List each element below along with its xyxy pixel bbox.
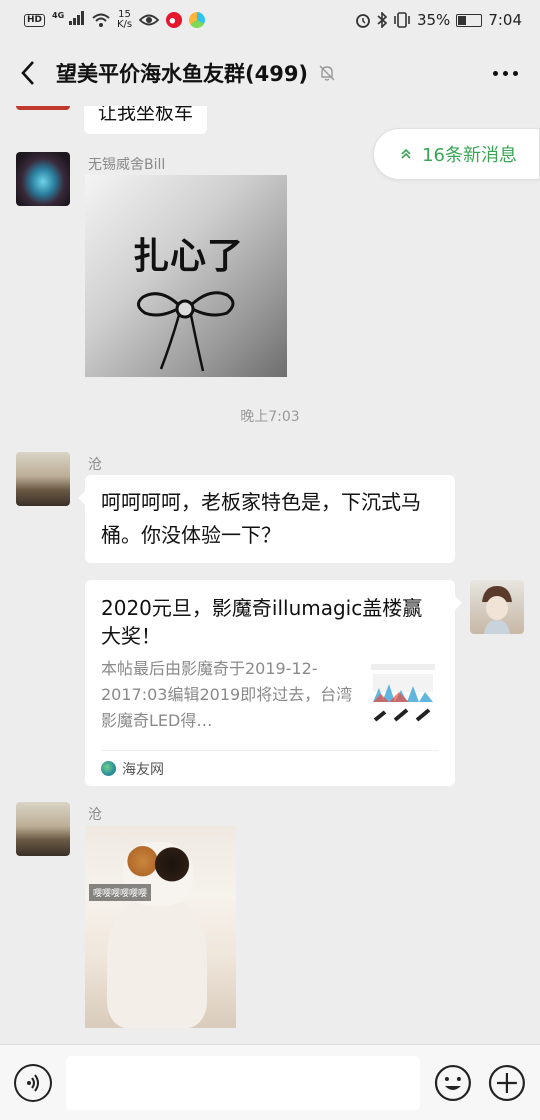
battery-icon bbox=[456, 13, 483, 27]
bow-illustration bbox=[137, 291, 235, 372]
bluetooth-icon bbox=[377, 12, 387, 28]
signal-icon: 4G bbox=[52, 11, 85, 29]
chat-header: 望美平价海水鱼友群(499) bbox=[0, 40, 540, 106]
back-button[interactable] bbox=[14, 53, 42, 93]
time-divider: 晚上7:03 bbox=[240, 409, 300, 425]
avatar[interactable] bbox=[16, 152, 70, 206]
chat-area[interactable]: 让我坐板车 16条新消息 无锡威舍Bill 扎心了 晚上7:03 沧 呵呵呵呵，… bbox=[0, 106, 540, 1044]
message-input[interactable] bbox=[65, 1055, 421, 1110]
new-messages-button[interactable]: 16条新消息 bbox=[373, 128, 540, 180]
back-icon bbox=[21, 61, 34, 85]
link-thumbnail bbox=[369, 662, 437, 730]
sticker-caption: 嘤嘤嘤嘤嘤嘤 bbox=[89, 884, 152, 901]
vibrate-icon bbox=[394, 12, 410, 28]
sender-name: 沧 bbox=[88, 457, 102, 473]
sender-name: 无锡威舍Bill bbox=[88, 157, 166, 173]
clock: 7:04 bbox=[488, 11, 522, 29]
sticker-image[interactable]: 嘤嘤嘤嘤嘤嘤 bbox=[85, 826, 236, 1028]
eye-icon bbox=[139, 14, 160, 26]
more-button[interactable] bbox=[485, 63, 526, 84]
avatar[interactable] bbox=[16, 452, 70, 506]
chat-title: 望美平价海水鱼友群(499) bbox=[56, 62, 309, 86]
cat-body bbox=[107, 896, 207, 1028]
mute-icon bbox=[319, 65, 335, 81]
wifi-icon bbox=[92, 13, 110, 27]
battery-percent: 35% bbox=[416, 11, 451, 29]
alarm-icon bbox=[356, 14, 370, 28]
sender-name: 沧 bbox=[88, 807, 102, 823]
avatar[interactable] bbox=[470, 580, 524, 634]
video-app-icon bbox=[189, 12, 206, 28]
link-title: 2020元旦，影魔奇illumagic盖楼赢大奖！ bbox=[101, 596, 423, 648]
plus-icon[interactable] bbox=[488, 1064, 526, 1102]
double-chevron-up-icon bbox=[401, 148, 411, 159]
site-icon bbox=[101, 761, 116, 776]
voice-button[interactable] bbox=[14, 1063, 52, 1102]
avatar[interactable] bbox=[16, 106, 70, 110]
message-bubble[interactable]: 让我坐板车 bbox=[84, 106, 208, 134]
network-type: 4G bbox=[52, 11, 65, 20]
link-card[interactable]: 2020元旦，影魔奇illumagic盖楼赢大奖！ 本帖最后由影魔奇于2019-… bbox=[85, 580, 462, 786]
hd-badge: HD bbox=[24, 13, 46, 27]
weibo-icon bbox=[166, 12, 183, 28]
emoji-icon[interactable] bbox=[434, 1064, 472, 1102]
more-icon bbox=[493, 70, 498, 76]
avatar[interactable] bbox=[16, 802, 70, 856]
voice-icon bbox=[26, 1073, 39, 1092]
new-messages-label: 16条新消息 bbox=[422, 145, 517, 166]
message-bubble[interactable]: 呵呵呵呵，老板家特色是，下沉式马桶。你没体验一下？ bbox=[78, 475, 455, 563]
link-source-name: 海友网 bbox=[122, 761, 164, 778]
network-speed: 15 K/s bbox=[116, 9, 133, 30]
sticker-caption: 扎心了 bbox=[133, 236, 245, 277]
status-bar: HD 4G 15 K/s 35% 7:04 bbox=[0, 0, 540, 40]
input-bar bbox=[0, 1044, 540, 1120]
sticker-image[interactable]: 扎心了 bbox=[85, 175, 287, 377]
link-source: 海友网 bbox=[101, 750, 439, 786]
link-description: 本帖最后由影魔奇于2019-12-2017:03编辑2019即将过去，台湾影魔奇… bbox=[101, 659, 353, 730]
